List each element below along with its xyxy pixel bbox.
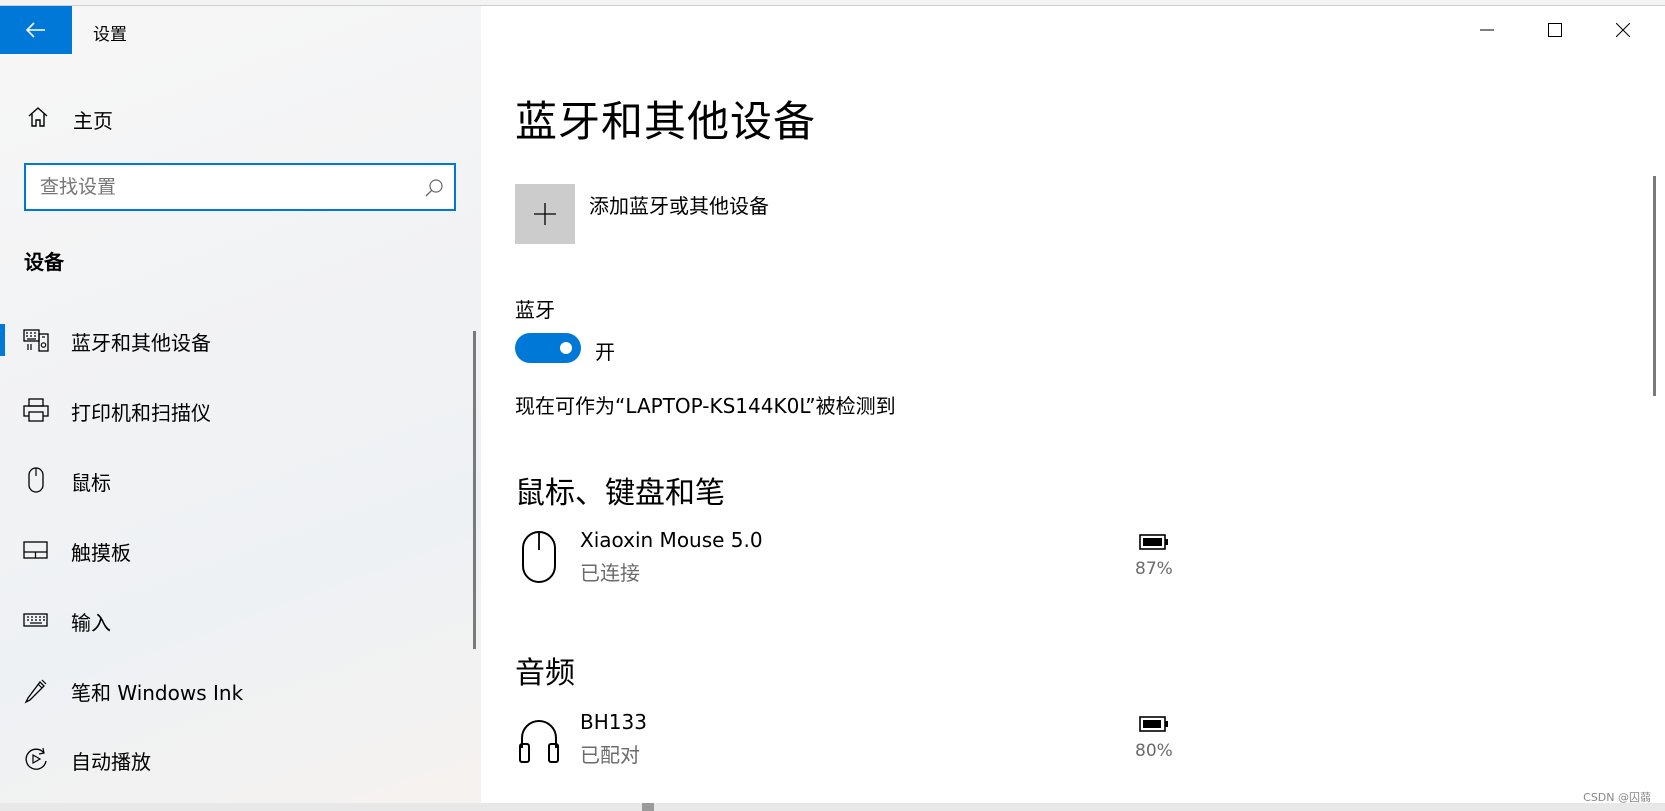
sidebar-item-mouse[interactable]: 鼠标: [0, 452, 473, 508]
close-button[interactable]: [1589, 6, 1657, 54]
mouse-icon: [522, 531, 556, 583]
back-arrow-icon: [26, 22, 45, 38]
add-device-label: 添加蓝牙或其他设备: [589, 194, 769, 218]
device-status: 已连接: [580, 561, 640, 585]
search-input[interactable]: [40, 174, 420, 200]
sidebar-item-bluetooth[interactable]: 蓝牙和其他设备: [0, 312, 473, 368]
bluetooth-label: 蓝牙: [515, 298, 555, 322]
device-item-headphones[interactable]: BH133 已配对 80%: [515, 706, 1195, 770]
printer-icon: [23, 398, 49, 422]
sidebar-item-label: 触摸板: [71, 541, 131, 565]
device-item-mouse[interactable]: Xiaoxin Mouse 5.0 已连接 87%: [515, 524, 1195, 588]
main-content: 蓝牙和其他设备 添加蓝牙或其他设备 蓝牙 开 现在可作为“LAPTOP-KS14…: [481, 6, 1665, 803]
headphones-icon: [519, 720, 559, 763]
bluetooth-toggle[interactable]: [515, 333, 581, 363]
device-name: BH133: [580, 710, 647, 734]
selection-indicator: [0, 324, 5, 356]
sidebar-item-label: 鼠标: [71, 471, 111, 495]
sidebar-item-autoplay[interactable]: 自动播放: [0, 731, 473, 787]
main-scrollbar[interactable]: [1653, 176, 1656, 396]
sidebar-item-label: 蓝牙和其他设备: [71, 331, 211, 355]
battery-percentage: 87%: [1135, 559, 1173, 579]
section-heading: 设备: [24, 250, 64, 274]
page-title: 蓝牙和其他设备: [515, 97, 817, 146]
sidebar-item-label: 主页: [73, 109, 113, 133]
background-window-edge: [0, 803, 1665, 811]
bluetooth-devices-icon: [23, 329, 49, 352]
sidebar: 设置 主页 设备 蓝牙和其他设备: [0, 6, 481, 803]
sidebar-item-label: 自动播放: [71, 750, 151, 774]
plus-icon: [534, 203, 556, 225]
battery-icon: [1139, 534, 1168, 550]
app-title: 设置: [93, 25, 127, 45]
sidebar-item-printers[interactable]: 打印机和扫描仪: [0, 382, 473, 438]
keyboard-icon: [23, 613, 48, 627]
sidebar-item-pen[interactable]: 笔和 Windows Ink: [0, 662, 473, 718]
discoverable-text: 现在可作为“LAPTOP-KS144K0L”被检测到: [515, 394, 896, 418]
sidebar-item-label: 输入: [71, 611, 111, 635]
sidebar-item-typing[interactable]: 输入: [0, 592, 473, 648]
maximize-icon: [1548, 23, 1562, 37]
sidebar-item-label: 笔和 Windows Ink: [71, 681, 244, 705]
mouse-icon: [28, 467, 44, 493]
sidebar-item-label: 打印机和扫描仪: [71, 401, 211, 425]
back-button[interactable]: [0, 6, 72, 54]
search-icon[interactable]: [424, 178, 444, 198]
minimize-button[interactable]: [1453, 6, 1521, 54]
group-title-input-devices: 鼠标、键盘和笔: [515, 476, 725, 511]
battery-icon: [1139, 716, 1168, 732]
search-box[interactable]: [24, 163, 456, 211]
settings-window: 设置 主页 设备 蓝牙和其他设备: [0, 6, 1665, 803]
add-device-tile: [515, 184, 575, 244]
battery-percentage: 80%: [1135, 741, 1173, 761]
sidebar-scrollbar[interactable]: [473, 331, 476, 649]
touchpad-icon: [23, 541, 48, 559]
device-name: Xiaoxin Mouse 5.0: [580, 528, 763, 552]
autoplay-icon: [25, 747, 47, 770]
pen-icon: [24, 679, 47, 704]
bluetooth-toggle-state: 开: [595, 340, 615, 364]
add-device-button[interactable]: 添加蓝牙或其他设备: [515, 184, 935, 248]
sidebar-item-home[interactable]: 主页: [0, 94, 481, 140]
background-scroll-thumb: [642, 803, 654, 811]
home-icon: [28, 107, 48, 127]
close-icon: [1616, 23, 1630, 37]
toggle-knob: [560, 342, 572, 354]
maximize-button[interactable]: [1521, 6, 1589, 54]
device-status: 已配对: [580, 743, 640, 767]
minimize-icon: [1480, 29, 1494, 31]
sidebar-item-touchpad[interactable]: 触摸板: [0, 522, 473, 578]
watermark: CSDN @囚蒻: [1583, 791, 1651, 804]
group-title-audio: 音频: [515, 656, 575, 691]
